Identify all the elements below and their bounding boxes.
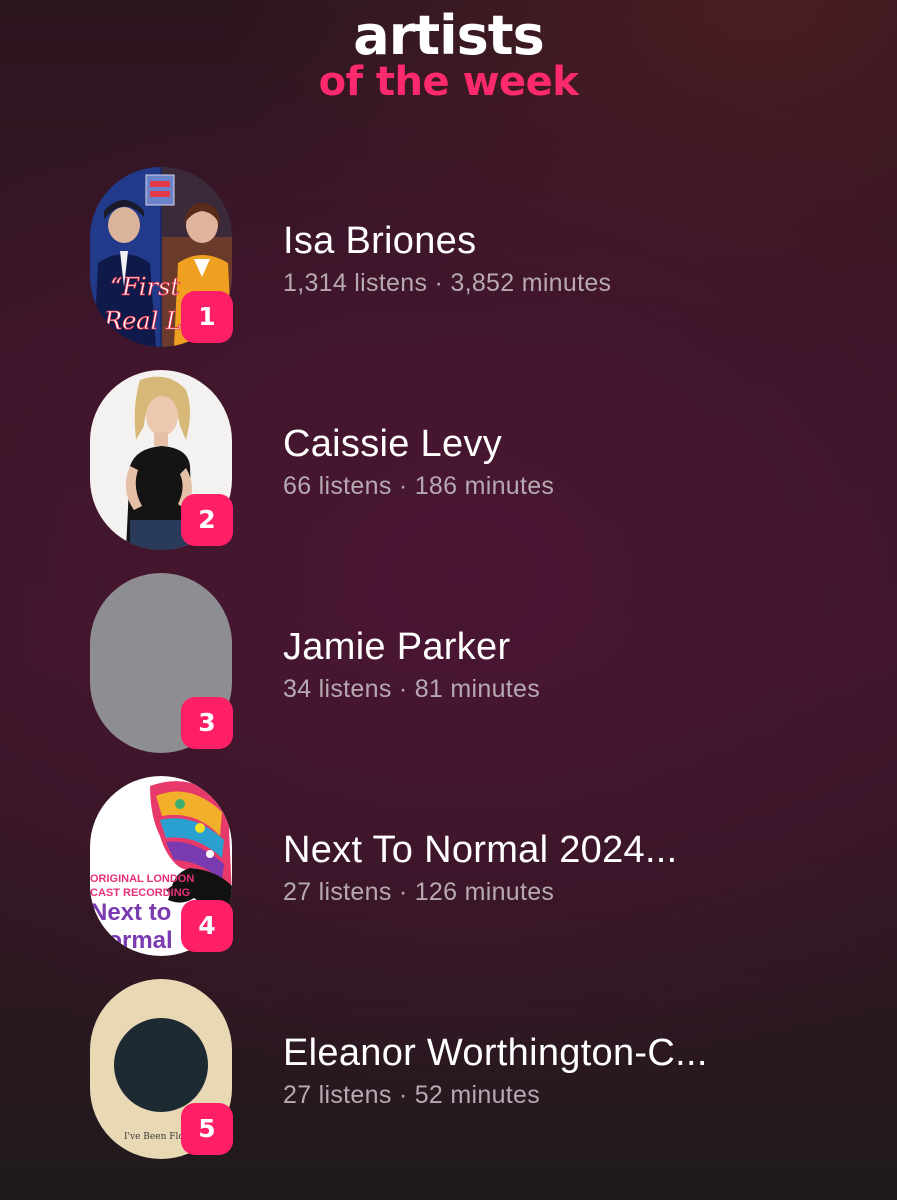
cover-text: Normal	[90, 927, 173, 954]
artist-stats: 27 listens · 52 minutes	[283, 1081, 541, 1109]
artist-stats: 27 listens · 126 minutes	[283, 878, 555, 906]
cover-text: CAST RECORDING	[90, 887, 190, 899]
rank-badge: 2	[181, 494, 233, 546]
svg-text:“First: “First	[110, 273, 180, 301]
artist-name: Jamie Parker	[283, 626, 511, 668]
page-subtitle: of the week	[318, 59, 579, 105]
artist-row[interactable]: 2 Caissie Levy 66 listens · 186 minutes	[0, 370, 897, 550]
svg-text:Real L: Real L	[103, 307, 182, 335]
rank-badge: 4	[181, 900, 233, 952]
artist-name: Caissie Levy	[283, 423, 503, 465]
artist-row[interactable]: 3 Jamie Parker 34 listens · 81 minutes	[0, 573, 897, 753]
rank-badge: 5	[181, 1103, 233, 1155]
artist-name: Eleanor Worthington-C...	[283, 1032, 708, 1074]
rank-badge: 1	[181, 291, 233, 343]
artist-name: Isa Briones	[283, 220, 477, 262]
artist-row[interactable]: “First Real L 1 Isa Briones 1,314 listen…	[0, 167, 897, 347]
cover-text: Next to	[90, 899, 171, 926]
header: artists of the week	[0, 4, 897, 104]
artist-stats: 1,314 listens · 3,852 minutes	[283, 269, 612, 297]
artist-row[interactable]: ORIGINAL LONDON CAST RECORDING Next to N…	[0, 776, 897, 956]
artist-row[interactable]: I've Been Floating 5 Eleanor Worthington…	[0, 979, 897, 1159]
artist-stats: 34 listens · 81 minutes	[283, 675, 541, 703]
cover-text: ORIGINAL LONDON	[90, 873, 194, 885]
artist-stats: 66 listens · 186 minutes	[283, 472, 555, 500]
artist-name: Next To Normal 2024...	[283, 829, 678, 871]
rank-badge: 3	[181, 697, 233, 749]
